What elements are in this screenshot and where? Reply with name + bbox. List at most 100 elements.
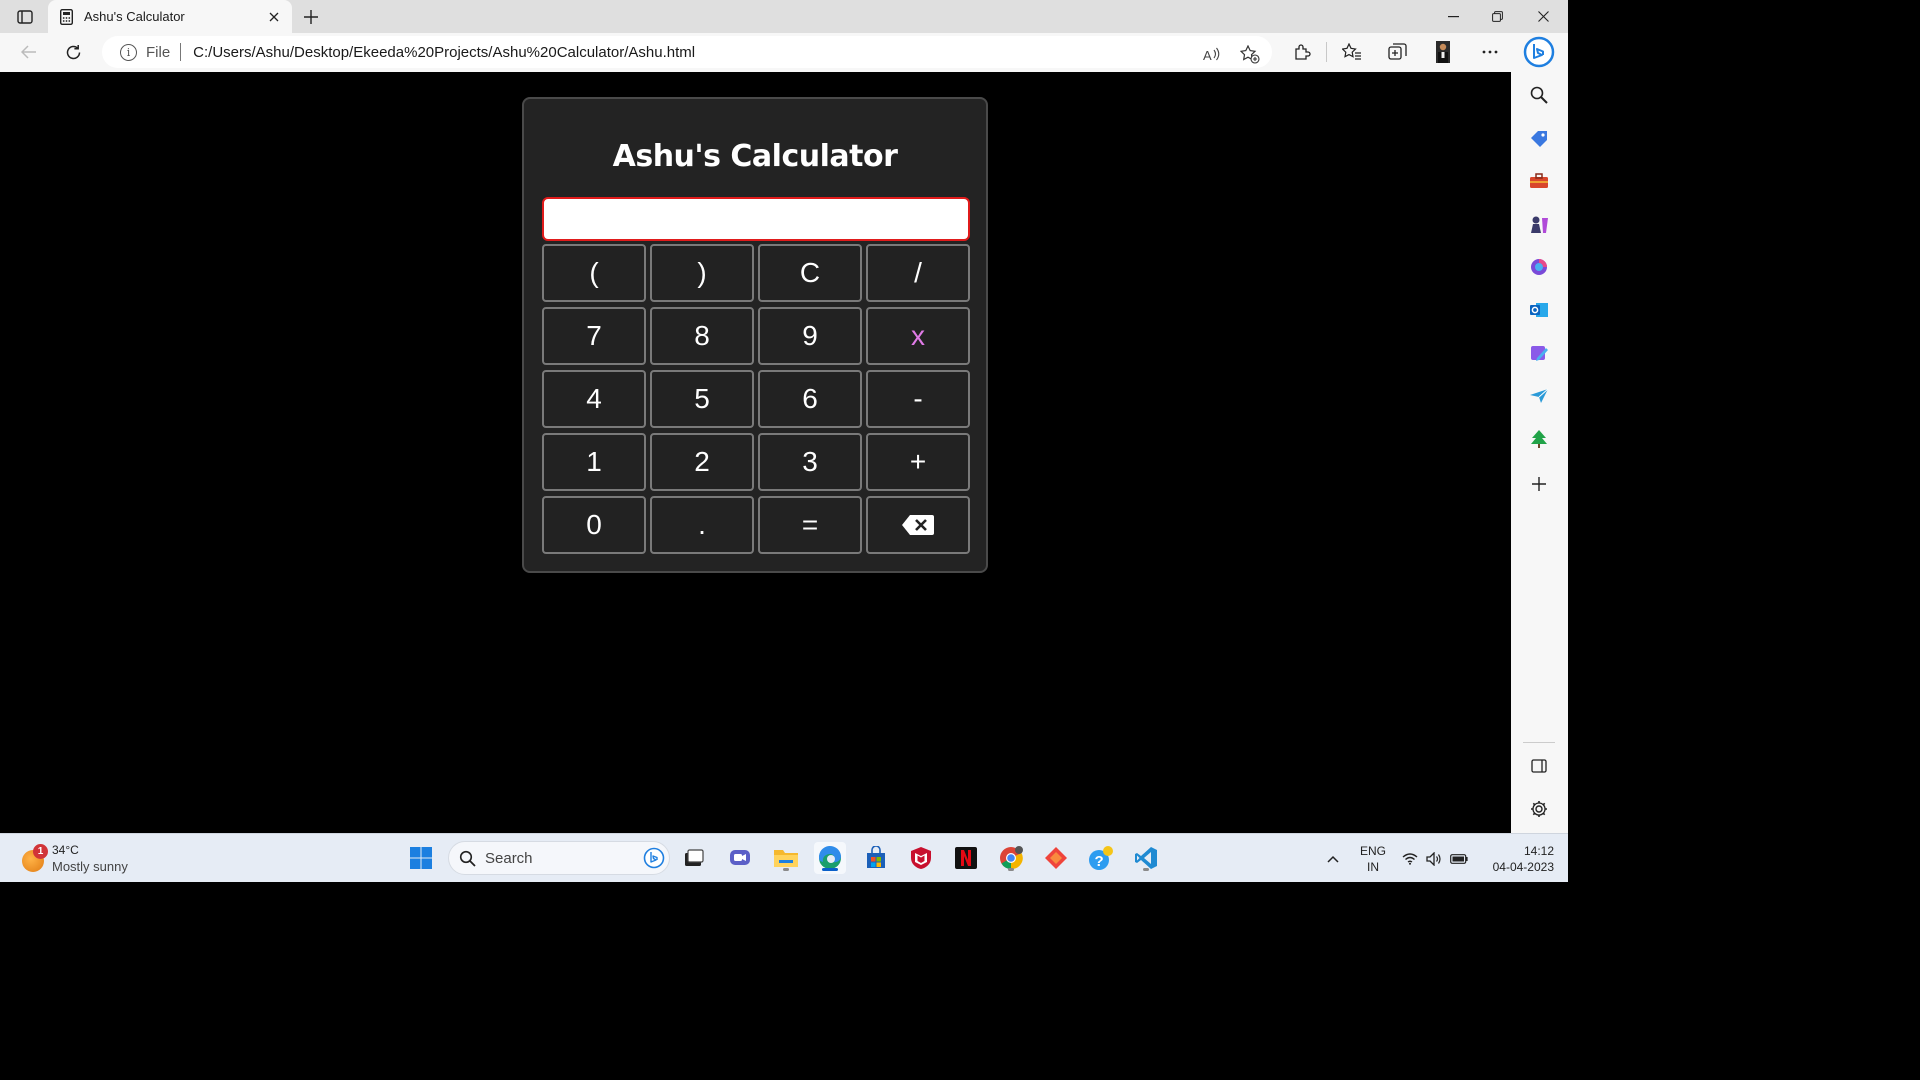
minimize-button[interactable] [1430, 0, 1476, 33]
avatar [1436, 41, 1450, 63]
tab-title: Ashu's Calculator [84, 9, 185, 24]
svg-text:?: ? [1095, 853, 1104, 870]
key-2[interactable]: 2 [650, 433, 754, 491]
key-multiply[interactable]: x [866, 307, 970, 365]
weather-badge: 1 [33, 844, 48, 859]
key-open-paren[interactable]: ( [542, 244, 646, 302]
new-tab-button[interactable] [298, 4, 324, 30]
browser-toolbar: i File C:/Users/Ashu/Desktop/Ekeeda%20Pr… [0, 33, 1568, 72]
running-indicator [1008, 868, 1014, 871]
key-8[interactable]: 8 [650, 307, 754, 365]
outlook-icon[interactable] [1525, 296, 1553, 324]
designer-icon[interactable] [1525, 339, 1553, 367]
tab-close-icon[interactable] [266, 9, 282, 25]
read-aloud-icon[interactable]: A [1198, 40, 1226, 68]
toolbar-divider [1326, 42, 1327, 62]
weather-temp: 34°C [52, 843, 79, 857]
key-4[interactable]: 4 [542, 370, 646, 428]
netflix-icon[interactable] [950, 842, 982, 874]
hide-sidebar-icon[interactable] [1525, 752, 1553, 780]
collections-icon [1387, 43, 1407, 60]
refresh-icon [66, 44, 80, 59]
chrome-icon[interactable] [995, 842, 1027, 874]
anydesk-icon[interactable] [1040, 842, 1072, 874]
language-indicator[interactable]: ENG IN [1356, 843, 1390, 875]
office-icon[interactable] [1525, 253, 1553, 281]
microsoft-store-icon[interactable] [860, 842, 892, 874]
back-button[interactable] [14, 37, 44, 67]
bing-icon [1523, 36, 1555, 68]
vscode-icon[interactable] [1130, 842, 1162, 874]
browser-tab-active[interactable]: Ashu's Calculator [48, 0, 292, 33]
sidebar-settings-icon[interactable] [1525, 795, 1553, 823]
mcafee-icon[interactable] [905, 842, 937, 874]
tree-icon[interactable] [1525, 425, 1553, 453]
teams-chat-icon[interactable] [724, 842, 756, 874]
calculator-display[interactable] [542, 197, 970, 241]
add-icon[interactable] [1525, 470, 1553, 498]
task-view-icon[interactable] [678, 842, 710, 874]
address-url[interactable]: C:/Users/Ashu/Desktop/Ekeeda%20Projects/… [193, 44, 695, 61]
bing-icon [643, 847, 665, 869]
calculator-title: Ashu's Calculator [612, 139, 898, 174]
tab-actions-button[interactable] [10, 6, 40, 28]
key-close-paren[interactable]: ) [650, 244, 754, 302]
key-9[interactable]: 9 [758, 307, 862, 365]
edge-browser-icon[interactable] [814, 842, 846, 874]
key-decimal[interactable]: . [650, 496, 754, 554]
search-icon [459, 850, 476, 867]
bing-chat-button[interactable] [1522, 35, 1556, 69]
add-favorite-icon[interactable] [1236, 40, 1264, 68]
running-indicator [1143, 868, 1149, 871]
favorites-button[interactable] [1337, 37, 1367, 67]
key-divide[interactable]: / [866, 244, 970, 302]
send-icon[interactable] [1525, 382, 1553, 410]
clock-time: 14:12 [1523, 844, 1554, 858]
page-viewport: Ashu's Calculator ( ) C / 7 8 9 x 4 5 6 … [0, 72, 1511, 833]
site-info-icon[interactable]: i [120, 43, 137, 61]
key-6[interactable]: 6 [758, 370, 862, 428]
restore-button[interactable] [1474, 0, 1520, 33]
refresh-button[interactable] [58, 37, 88, 67]
key-add[interactable]: + [866, 433, 970, 491]
lang-line1: ENG [1359, 844, 1386, 858]
key-backspace[interactable] [866, 496, 970, 554]
more-icon [1482, 50, 1498, 54]
help-icon[interactable]: ? [1085, 842, 1117, 874]
profile-button[interactable] [1428, 37, 1458, 67]
edge-sidebar [1511, 72, 1568, 833]
calculator-favicon-icon [58, 8, 74, 25]
key-clear[interactable]: C [758, 244, 862, 302]
running-indicator [783, 868, 789, 871]
show-hidden-icons-button[interactable] [1318, 834, 1348, 883]
minimize-icon [1447, 15, 1459, 17]
tag-icon[interactable] [1525, 124, 1553, 152]
key-7[interactable]: 7 [542, 307, 646, 365]
toolbox-icon[interactable] [1525, 167, 1553, 195]
key-1[interactable]: 1 [542, 433, 646, 491]
collections-button[interactable] [1382, 37, 1412, 67]
file-explorer-icon[interactable] [770, 842, 802, 874]
search-icon[interactable] [1525, 81, 1553, 109]
key-subtract[interactable]: - [866, 370, 970, 428]
close-window-button[interactable] [1520, 0, 1566, 33]
windows-taskbar: 1 34°C Mostly sunny Search ? ENG IN 14:1… [0, 833, 1568, 882]
key-5[interactable]: 5 [650, 370, 754, 428]
puzzle-icon [1295, 44, 1311, 60]
address-bar[interactable]: i File C:/Users/Ashu/Desktop/Ekeeda%20Pr… [102, 36, 1272, 68]
taskbar-search[interactable]: Search [448, 841, 670, 875]
battery-icon [1450, 853, 1468, 864]
key-equals[interactable]: = [758, 496, 862, 554]
chevron-up-icon [1327, 855, 1339, 863]
settings-more-button[interactable] [1475, 37, 1505, 67]
key-3[interactable]: 3 [758, 433, 862, 491]
quick-settings-button[interactable] [1400, 834, 1470, 883]
tab-strip: Ashu's Calculator [0, 0, 1568, 33]
start-button[interactable] [405, 842, 437, 874]
extensions-button[interactable] [1287, 37, 1317, 67]
games-icon[interactable] [1525, 210, 1553, 238]
system-clock[interactable]: 14:12 04-04-2023 [1480, 843, 1554, 875]
key-0[interactable]: 0 [542, 496, 646, 554]
weather-widget[interactable]: 1 34°C Mostly sunny [18, 840, 158, 878]
calculator-card: Ashu's Calculator ( ) C / 7 8 9 x 4 5 6 … [522, 97, 988, 573]
